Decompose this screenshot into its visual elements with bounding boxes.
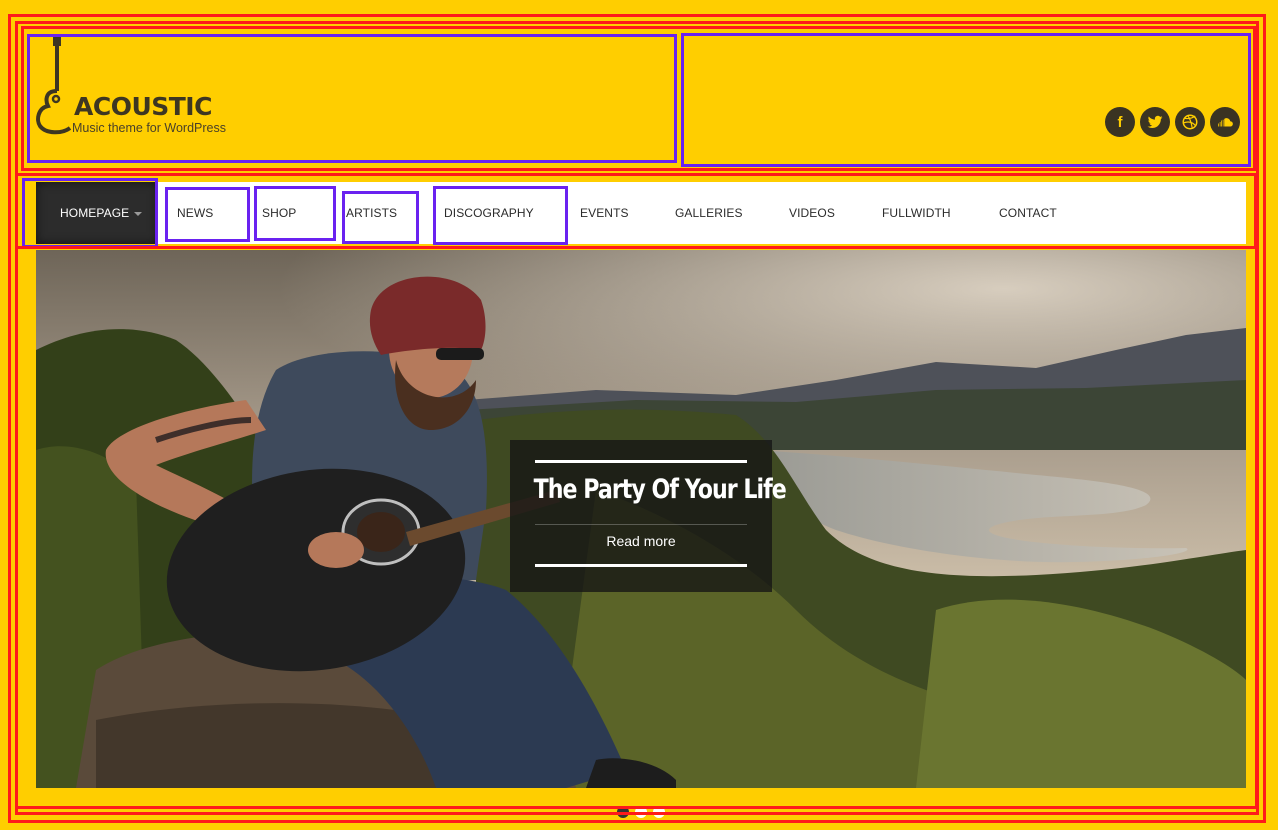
nav-item-news[interactable]: NEWS: [177, 182, 213, 244]
caption-top-rule: [535, 460, 747, 463]
caption-divider: [535, 524, 747, 525]
nav-item-videos[interactable]: VIDEOS: [789, 182, 835, 244]
nav-item-shop[interactable]: SHOP: [262, 182, 296, 244]
nav-item-discography[interactable]: DISCOGRAPHY: [444, 182, 534, 244]
hero-slider: The Party Of Your Life Read more: [36, 250, 1246, 788]
social-links: f: [1105, 107, 1240, 137]
site-tagline: Music theme for WordPress: [72, 121, 226, 135]
caption-bottom-rule: [535, 564, 747, 567]
slider-dot-2[interactable]: [635, 806, 647, 818]
main-nav: HOMEPAGE NEWS SHOP ARTISTS DISCOGRAPHY E…: [36, 182, 1246, 244]
slide-caption: The Party Of Your Life Read more: [510, 440, 787, 592]
nav-item-homepage[interactable]: HOMEPAGE: [36, 182, 159, 244]
site-logo[interactable]: ACOUSTIC Music theme for WordPress: [34, 36, 264, 146]
nav-item-fullwidth[interactable]: FULLWIDTH: [882, 182, 951, 244]
nav-item-events[interactable]: EVENTS: [580, 182, 629, 244]
chevron-down-icon: [134, 211, 143, 216]
slide-title: The Party Of Your Life: [533, 474, 787, 505]
site-title: ACOUSTIC: [74, 92, 212, 121]
slider-pagination: [617, 806, 665, 818]
soundcloud-icon[interactable]: [1210, 107, 1240, 137]
facebook-icon[interactable]: f: [1105, 107, 1135, 137]
slider-dot-3[interactable]: [653, 806, 665, 818]
nav-item-label: HOMEPAGE: [60, 206, 130, 220]
dribbble-icon[interactable]: [1175, 107, 1205, 137]
slider-dot-1[interactable]: [617, 806, 629, 818]
nav-item-artists[interactable]: ARTISTS: [346, 182, 397, 244]
twitter-icon[interactable]: [1140, 107, 1170, 137]
annotation-box-social: [681, 33, 1251, 167]
nav-item-galleries[interactable]: GALLERIES: [675, 182, 743, 244]
read-more-link[interactable]: Read more: [510, 533, 772, 549]
nav-item-contact[interactable]: CONTACT: [999, 182, 1057, 244]
